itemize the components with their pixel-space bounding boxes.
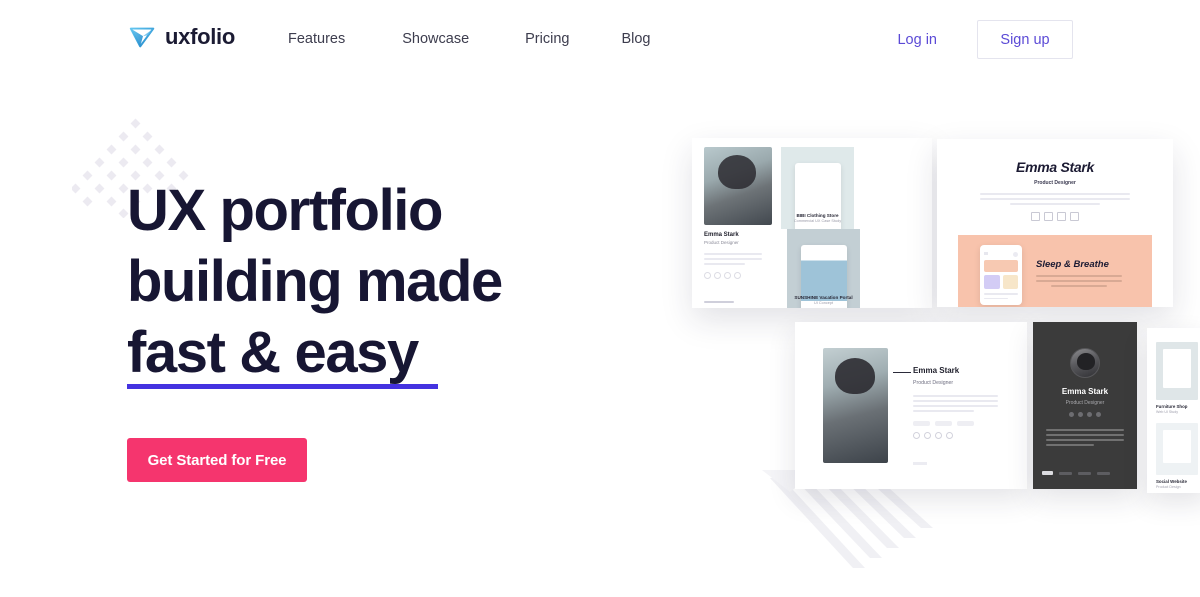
mockup-card3-content: Emma Stark Product Designer [913,366,998,439]
mockup-card1-social-icons [704,272,769,279]
portfolio-mockup-card-profile[interactable]: Emma Stark Product Designer Sleep & Brea… [937,139,1173,307]
page-title: UX portfolio building made fast & easy [127,175,647,389]
mockup-card1-sidebar: Emma Stark Product Designer [692,147,777,308]
portfolio-mockup-card-grid[interactable]: Emma Stark Product Designer BIBI Clothin… [692,138,932,308]
mockup-card3-bio-lines [913,395,998,412]
mockup-card5-label: Furniture Shop Web UI Study [1147,404,1200,414]
tile-subtitle: UI Concept [814,301,833,305]
mockup-card2-feature-title: Sleep & Breathe [1036,259,1109,270]
nav-link-showcase[interactable]: Showcase [402,31,469,48]
tile-title: SUNSHINE Vacation Portal [794,295,853,300]
mockup-card4-social-icons [1033,412,1137,417]
mockup-card2-phone-preview [980,245,1022,305]
login-link[interactable]: Log in [897,32,937,48]
mockup-card1-name: Emma Stark [704,232,739,238]
mockup-card3-social-icons [913,432,998,439]
mockup-card1-role: Product Designer [704,240,739,245]
mockup-card4-name: Emma Stark [1061,387,1109,396]
nav-actions: Log in Sign up [897,20,1073,59]
mockup-card5-label: Social Website Product Design [1147,479,1200,489]
nav-links: Features Showcase Pricing Blog [288,31,651,48]
brand-name: uxfolio [165,24,236,49]
hero-heading-line-3: fast & easy [127,320,419,385]
get-started-button[interactable]: Get Started for Free [127,438,307,482]
mockup-card1-bio-lines [704,253,762,265]
portfolio-mockup-card-projects[interactable]: Furniture Shop Web UI Study Social Websi… [1147,328,1200,493]
tile-title: BIBI Clothing Store [796,213,839,218]
mockup-card4-role: Product Designer [1065,400,1105,406]
brand-logo[interactable]: uxfolio [128,22,235,52]
mockup-card2-feature-band: Sleep & Breathe [958,235,1152,307]
mockup-card3-leader-line [893,372,911,373]
hero-heading-line-2: building made [127,249,503,314]
hero-heading-line-1: UX portfolio [127,178,443,243]
portfolio-mockup-card-dark[interactable]: Emma Stark Product Designer [1033,322,1137,489]
mockup-card5-item-title: Furniture Shop [1156,404,1188,409]
mockup-card4-bio-lines [1046,429,1124,446]
nav-link-blog[interactable]: Blog [621,31,650,48]
mockup-card1-tile[interactable]: BIBI Clothing Store Commercial UX Case S… [781,147,854,241]
mockup-card1-tile[interactable]: SUNSHINE Vacation Portal UI Concept [787,229,860,308]
mockup-card5-thumbnail[interactable] [1156,423,1198,475]
mockup-card2-feature-text: Sleep & Breathe [1036,259,1122,290]
mockup-card2-name: Emma Stark [1016,159,1094,175]
mockup-card4-footer-nav [1042,471,1128,475]
mockup-card1-menu [704,301,734,308]
mockup-card2-role: Product Designer [1034,180,1076,186]
mockup-card3-portrait [823,348,888,463]
nav-link-features[interactable]: Features [288,31,345,48]
tile-subtitle: Commercial UX Case Study [793,219,842,223]
hero-section: UX portfolio building made fast & easy G… [127,175,647,482]
portfolio-mockup-card-about[interactable]: Emma Stark Product Designer [795,322,1027,489]
signup-button[interactable]: Sign up [977,20,1073,59]
paper-plane-logo-icon [129,27,155,48]
mockup-card5-thumbnail[interactable] [1156,342,1198,400]
mockup-card1-portrait [704,147,772,225]
mockup-card4-avatar [1070,348,1100,378]
mockup-card3-role: Product Designer [913,380,954,386]
mockup-card5-item-subtitle: Product Design [1156,485,1181,489]
heading-underline [127,384,438,389]
mockup-card2-bio-lines [980,193,1130,205]
mockup-card2-social-icons [937,212,1173,221]
nav-link-pricing[interactable]: Pricing [525,31,569,48]
mockup-card3-tags [913,421,998,426]
top-navigation-bar: uxfolio Features Showcase Pricing Blog L… [0,0,1200,78]
mockup-card3-name: Emma Stark [913,366,960,375]
mockup-card3-footer-mark [913,462,927,465]
mockup-card1-project-grid: BIBI Clothing Store Commercial UX Case S… [777,147,932,308]
mockup-card5-item-subtitle: Web UI Study [1156,410,1179,414]
hero-heading-line-3-wrap: fast & easy [127,317,438,389]
mockup-card5-item-title: Social Website [1156,479,1187,484]
